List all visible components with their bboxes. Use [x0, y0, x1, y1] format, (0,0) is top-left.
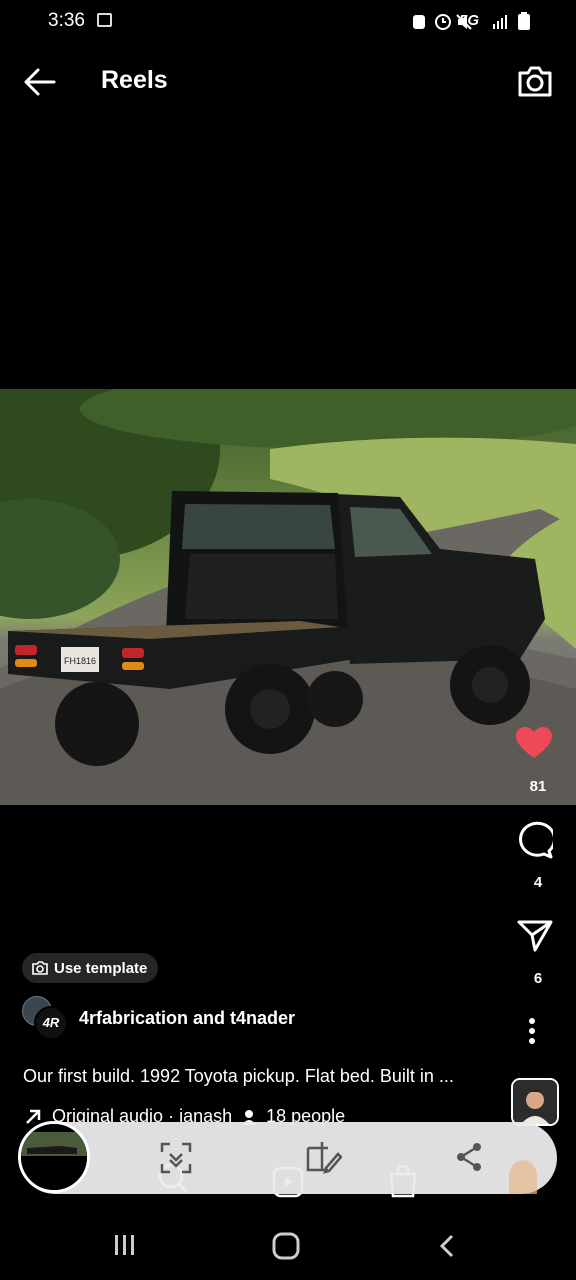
like-count[interactable]: 81 [518, 778, 558, 795]
author-avatars[interactable]: 4R [22, 996, 68, 1040]
more-icon[interactable] [520, 1018, 544, 1044]
preview-circle[interactable] [18, 1121, 90, 1193]
share-count[interactable]: 6 [518, 970, 558, 987]
camera-icon[interactable] [516, 62, 554, 100]
use-template-label: Use template [54, 959, 148, 977]
home-icon[interactable] [272, 1232, 300, 1260]
network-label: 5G [458, 12, 479, 29]
profile-avatar[interactable] [509, 1160, 537, 1194]
battery-icon [518, 12, 530, 30]
comment-count[interactable]: 4 [518, 874, 558, 891]
scan-icon[interactable] [160, 1142, 192, 1174]
arrow-left-icon[interactable] [22, 64, 58, 100]
send-icon[interactable] [517, 919, 553, 953]
edit-icon[interactable] [306, 1140, 342, 1174]
heart-icon[interactable] [515, 726, 553, 760]
system-nav [0, 1210, 576, 1280]
license-plate: FH1816 [64, 656, 96, 666]
status-time: 3:36 [48, 10, 85, 31]
floating-toolbar[interactable] [19, 1122, 557, 1194]
audio-thumbnail[interactable] [511, 1078, 559, 1126]
status-bar: 3:36 5G [0, 0, 576, 44]
author-name[interactable]: 4rfabrication and t4nader [79, 1008, 295, 1029]
gallery-icon [97, 13, 112, 27]
recents-icon[interactable] [113, 1234, 137, 1256]
reel-video[interactable]: FH1816 [0, 389, 576, 805]
caption[interactable]: Our first build. 1992 Toyota pickup. Fla… [23, 1066, 503, 1087]
use-template-button[interactable]: Use template [22, 953, 159, 983]
comment-icon[interactable] [515, 821, 553, 859]
back-icon[interactable] [438, 1234, 456, 1258]
logo-avatar: 4R [34, 1006, 68, 1040]
share-icon[interactable] [455, 1142, 483, 1172]
heart-shape [516, 727, 552, 758]
camera-small-icon [32, 961, 48, 975]
page-title: Reels [101, 66, 168, 94]
